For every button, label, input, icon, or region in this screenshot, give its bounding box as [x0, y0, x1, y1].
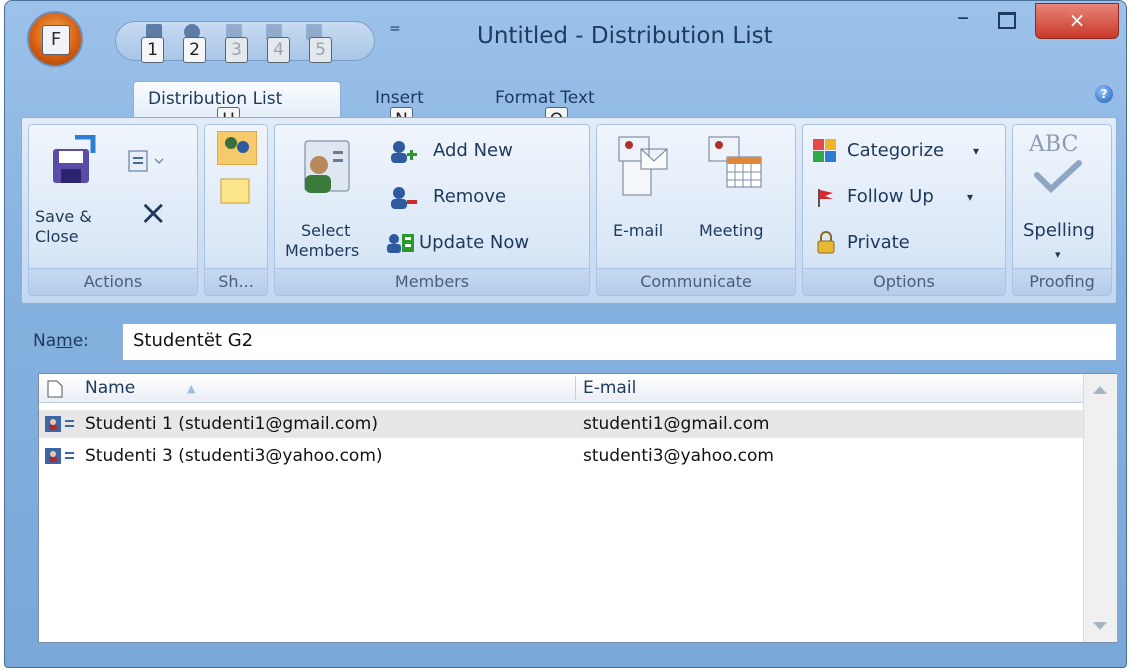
members-view-icon[interactable]: [217, 131, 257, 165]
follow-up-dropdown-icon: ▾: [967, 190, 974, 204]
group-proofing: ABC Spelling ▾ Proofing: [1012, 124, 1112, 296]
lock-icon: [817, 231, 835, 254]
member-name: Studenti 1 (studenti1@gmail.com): [85, 414, 378, 434]
sort-ascending-icon: ▲: [187, 382, 196, 395]
add-new-button[interactable]: Add New: [375, 137, 575, 165]
qat-keytip-1: 1: [141, 37, 164, 63]
update-now-label: Update Now: [419, 232, 530, 253]
group-label-members: Members: [275, 268, 589, 295]
qat-keytip-2: 2: [183, 37, 206, 63]
clipboard-icon[interactable]: [125, 147, 171, 177]
spelling-check-icon: [1034, 160, 1082, 194]
follow-up-label: Follow Up: [847, 186, 934, 207]
name-label-prefix: Na: [33, 331, 57, 351]
update-now-button[interactable]: Update Now: [375, 229, 589, 257]
meeting-button[interactable]: Meeting: [695, 129, 791, 269]
vertical-scrollbar[interactable]: [1083, 374, 1117, 642]
email-label: E-mail: [613, 221, 664, 240]
abc-icon-text: ABC: [1029, 132, 1079, 157]
column-divider[interactable]: [575, 376, 576, 400]
group-label-show: Sh...: [205, 268, 267, 295]
item-type-icon[interactable]: [47, 380, 63, 398]
tab-label: Format Text: [495, 88, 595, 108]
meeting-icon: [708, 136, 762, 188]
scroll-down-arrow-icon[interactable]: [1093, 622, 1107, 630]
column-header-email[interactable]: E-mail: [583, 378, 636, 398]
save-close-label-2: Close: [35, 227, 79, 246]
close-button[interactable]: ×: [1035, 3, 1119, 39]
help-icon[interactable]: ?: [1095, 85, 1113, 103]
spelling-dropdown-icon: ▾: [1055, 248, 1061, 261]
group-actions: Save & Close × Actions: [28, 124, 198, 296]
group-label-options: Options: [803, 268, 1005, 295]
private-label: Private: [847, 232, 910, 253]
email-button[interactable]: E-mail: [603, 129, 689, 269]
list-header: Name ▲ E-mail: [39, 374, 1083, 403]
minimize-button[interactable]: –: [941, 3, 985, 37]
meeting-label: Meeting: [699, 221, 764, 240]
name-label-accesskey: m: [56, 331, 73, 351]
maximize-button[interactable]: [985, 3, 1029, 37]
private-button[interactable]: Private: [811, 229, 1001, 257]
qat-keytip-4: 4: [267, 37, 290, 63]
group-members: Select Members Add New Remove Update Now…: [274, 124, 590, 296]
name-label-suffix: e:: [72, 331, 89, 351]
maximize-icon: [998, 12, 1016, 29]
name-input[interactable]: Studentët G2: [122, 323, 1117, 361]
follow-up-button[interactable]: Follow Up ▾: [811, 183, 1001, 211]
spelling-label: Spelling: [1023, 220, 1095, 241]
group-options: Categorize ▾ Follow Up ▾ Private Options: [802, 124, 1006, 296]
select-members-label-1: Select: [301, 221, 351, 240]
table-row[interactable]: Studenti 3 (studenti3@yahoo.com) student…: [39, 442, 1083, 470]
members-list: Name ▲ E-mail Studenti 1 (studenti1@gmai…: [38, 373, 1117, 643]
update-now-icon: [387, 234, 414, 253]
add-new-label: Add New: [433, 140, 513, 161]
address-book-icon: [304, 140, 350, 193]
office-button-keytip: F: [42, 25, 70, 55]
notes-icon[interactable]: [219, 177, 253, 205]
column-header-name[interactable]: Name: [85, 378, 135, 398]
remove-icon: [391, 187, 417, 209]
save-close-label-1: Save &: [35, 207, 92, 226]
save-close-button[interactable]: Save & Close: [31, 129, 113, 269]
member-name: Studenti 3 (studenti3@yahoo.com): [85, 446, 383, 466]
categorize-button[interactable]: Categorize ▾: [811, 137, 1001, 165]
qat-keytip-3: 3: [225, 37, 248, 63]
contact-card-icon: [45, 448, 74, 464]
email-icon: [618, 136, 668, 196]
window-title: Untitled - Distribution List: [477, 23, 773, 49]
group-label-proofing: Proofing: [1013, 268, 1111, 295]
table-row[interactable]: Studenti 1 (studenti1@gmail.com) student…: [39, 410, 1083, 438]
name-label: Name:: [33, 331, 89, 351]
distribution-list-window: F 1 2 3 4 5 = Untitled - Distribution Li…: [4, 0, 1127, 668]
office-button[interactable]: F: [27, 11, 83, 67]
categorize-dropdown-icon: ▾: [973, 144, 980, 158]
delete-icon[interactable]: ×: [139, 196, 168, 230]
tab-label: Distribution List: [148, 89, 283, 109]
select-members-button[interactable]: Select Members: [281, 129, 371, 269]
save-close-icon: [53, 135, 96, 183]
remove-label: Remove: [433, 186, 507, 207]
ribbon: Save & Close × Actions Sh... Select Memb…: [21, 117, 1117, 304]
member-email: studenti3@yahoo.com: [583, 446, 774, 466]
group-label-actions: Actions: [29, 268, 197, 295]
group-communicate: E-mail Meeting Communicate: [596, 124, 796, 296]
scroll-up-arrow-icon[interactable]: [1093, 386, 1107, 394]
qat-keytip-5: 5: [309, 37, 332, 63]
categorize-label: Categorize: [847, 140, 945, 161]
select-members-label-2: Members: [285, 241, 360, 260]
categorize-icon: [813, 139, 836, 162]
spelling-button[interactable]: ABC Spelling ▾: [1017, 129, 1107, 269]
tab-label: Insert: [375, 88, 424, 108]
group-label-communicate: Communicate: [597, 268, 795, 295]
member-email: studenti1@gmail.com: [583, 414, 770, 434]
customize-qat-dropdown[interactable]: =: [389, 21, 401, 37]
group-show: Sh...: [204, 124, 268, 296]
add-new-icon: [391, 141, 417, 163]
flag-icon: [818, 189, 833, 207]
contact-card-icon: [45, 416, 74, 432]
remove-button[interactable]: Remove: [375, 183, 575, 211]
